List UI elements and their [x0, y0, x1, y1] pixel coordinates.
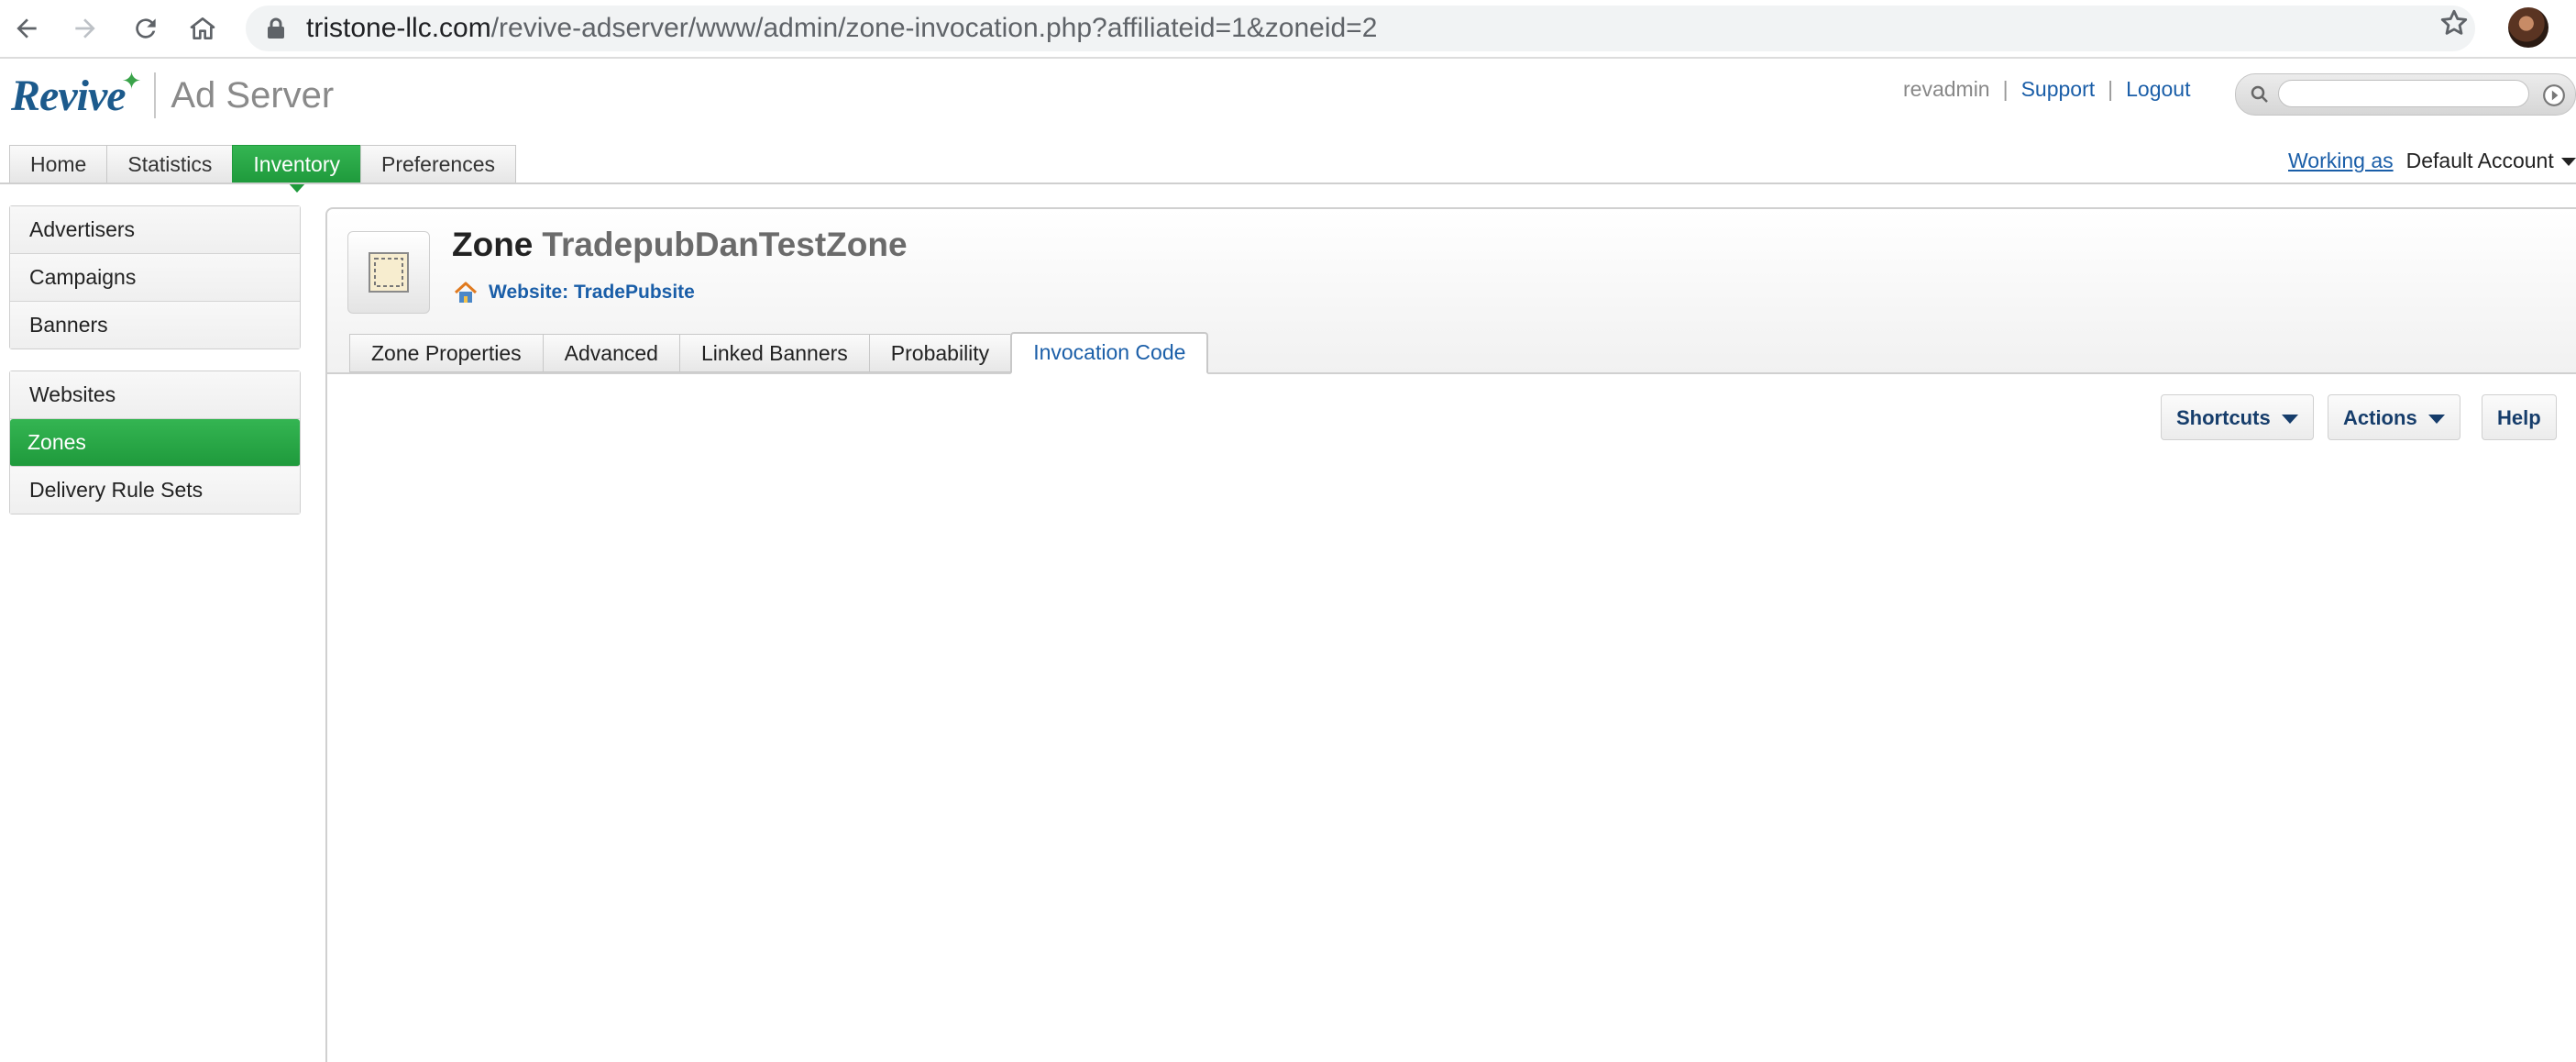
working-as[interactable]: Working as Default Account	[2288, 149, 2576, 173]
content-panel: Zone TradepubDanTestZone Website: TradePu…	[325, 207, 2576, 1062]
back-button[interactable]	[6, 7, 48, 50]
zone-name: TradepubDanTestZone	[542, 226, 908, 263]
house-icon	[454, 282, 478, 303]
shortcuts-label: Shortcuts	[2176, 406, 2271, 429]
reload-button[interactable]	[125, 7, 167, 50]
forward-arrow-icon	[75, 18, 95, 39]
browser-toolbar: tristone-llc.com/revive-adserver/www/adm…	[0, 0, 2576, 59]
logout-link[interactable]: Logout	[2126, 77, 2190, 101]
search-box	[2235, 73, 2576, 116]
logo-star-icon: ✦	[121, 66, 142, 94]
zone-label: Zone	[452, 226, 534, 263]
tab-preferences[interactable]: Preferences	[360, 145, 517, 183]
reload-icon	[136, 18, 156, 39]
shortcuts-button[interactable]: Shortcuts	[2161, 394, 2314, 440]
tab-probability[interactable]: Probability	[868, 334, 1011, 372]
help-label: Help	[2497, 406, 2541, 429]
lock-icon	[268, 17, 284, 39]
working-as-label: Working as	[2288, 149, 2394, 172]
product-name: Ad Server	[171, 74, 335, 116]
tab-invocation-code[interactable]: Invocation Code	[1010, 332, 1209, 374]
back-arrow-icon	[17, 18, 37, 39]
logo-divider	[154, 72, 157, 118]
address-bar[interactable]: tristone-llc.com/revive-adserver/www/adm…	[246, 6, 2475, 51]
search-icon	[2251, 85, 2268, 103]
zone-icon	[369, 252, 409, 293]
tab-inventory[interactable]: Inventory	[232, 145, 360, 193]
username: revadmin	[1903, 77, 1990, 101]
link-separator: |	[2108, 77, 2114, 101]
tab-statistics[interactable]: Statistics	[106, 145, 233, 183]
revive-logo[interactable]: Revive ✦ Ad Server	[11, 66, 335, 123]
sidebar-item-zones[interactable]: Zones	[10, 419, 300, 467]
bookmark-star-icon[interactable]	[2438, 7, 2470, 39]
tab-zone-properties[interactable]: Zone Properties	[349, 334, 543, 372]
zone-badge	[347, 231, 430, 314]
chevron-down-icon	[2281, 415, 2298, 425]
actions-label: Actions	[2343, 406, 2417, 429]
logo-wordmark: Revive	[11, 71, 127, 120]
help-button[interactable]: Help	[2482, 394, 2557, 440]
tab-linked-banners[interactable]: Linked Banners	[678, 334, 869, 372]
sidebar-item-banners[interactable]: Banners	[10, 302, 300, 348]
sidebar-item-advertisers[interactable]: Advertisers	[10, 206, 300, 254]
sidebar-item-delivery-rule-sets[interactable]: Delivery Rule Sets	[10, 467, 300, 514]
website-link-label: Website: TradePubsite	[489, 282, 695, 303]
main-navigation: Home Statistics Inventory Preferences	[9, 145, 517, 193]
user-links: revadmin | Support | Logout	[1903, 77, 2191, 102]
chevron-down-icon	[2560, 158, 2576, 167]
forward-button[interactable]	[64, 7, 106, 50]
sidebar-item-campaigns[interactable]: Campaigns	[10, 254, 300, 302]
link-separator: |	[2002, 77, 2009, 101]
sidebar-group-websites: Websites Zones Delivery Rule Sets	[9, 371, 301, 514]
website-link[interactable]: Website: TradePubsite	[452, 279, 695, 306]
header-divider	[0, 183, 2576, 184]
search-go-icon[interactable]	[2542, 83, 2566, 107]
zone-header: Zone TradepubDanTestZone Website: TradePu…	[327, 209, 2576, 374]
actions-button[interactable]: Actions	[2328, 394, 2460, 440]
home-button[interactable]	[182, 7, 224, 50]
home-icon	[190, 17, 215, 39]
account-name: Default Account	[2405, 149, 2554, 172]
tab-advanced[interactable]: Advanced	[542, 334, 679, 372]
tab-home[interactable]: Home	[9, 145, 107, 183]
sidebar-group-advertisers: Advertisers Campaigns Banners	[9, 205, 301, 349]
sidebar-item-websites[interactable]: Websites	[10, 371, 300, 419]
chevron-down-icon	[2427, 415, 2445, 425]
url-text: tristone-llc.com/revive-adserver/www/adm…	[306, 13, 1378, 43]
page-title: Zone TradepubDanTestZone	[452, 226, 908, 264]
zone-tabs: Zone Properties Advanced Linked Banners …	[349, 332, 1209, 374]
support-link[interactable]: Support	[2021, 77, 2096, 101]
profile-avatar[interactable]	[2508, 7, 2548, 48]
search-input[interactable]	[2278, 80, 2529, 107]
